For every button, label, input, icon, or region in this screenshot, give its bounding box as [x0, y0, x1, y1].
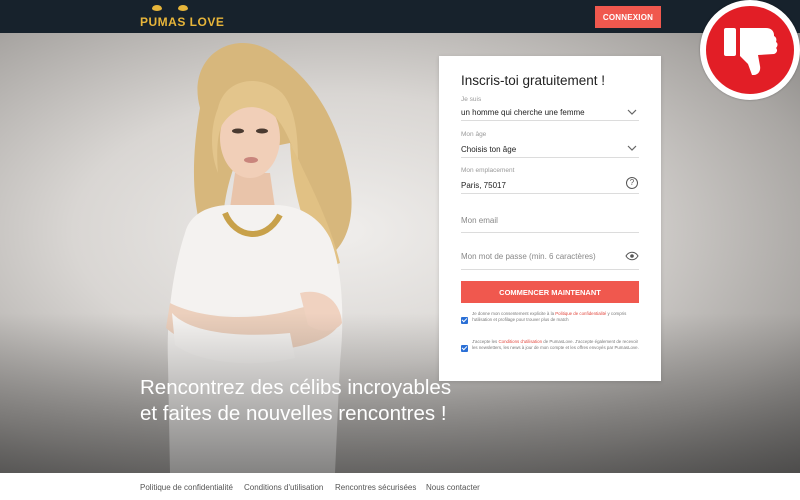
logo-text: PUMAS LOVE [140, 15, 225, 29]
start-now-button[interactable]: COMMENCER MAINTENANT [461, 281, 639, 303]
login-button[interactable]: CONNEXION [595, 6, 661, 28]
footer-link-privacy[interactable]: Politique de confidentialité [140, 483, 233, 492]
location-value: Paris, 75017 [461, 181, 506, 190]
top-bar: PUMAS LOVE CONNEXION [0, 0, 800, 33]
logo[interactable]: PUMAS LOVE [140, 4, 224, 30]
location-field[interactable]: Mon emplacement Paris, 75017 ? [461, 167, 639, 194]
age-value: Choisis ton âge [461, 145, 517, 154]
terms-link[interactable]: Conditions d'utilisation [498, 339, 542, 344]
hero-heading: Rencontrez des célibs incroyables et fai… [140, 376, 452, 425]
chevron-down-icon [627, 109, 637, 115]
age-select[interactable]: Mon âge Choisis ton âge [461, 131, 639, 158]
thumbs-down-icon [724, 28, 778, 75]
form-title: Inscris-toi gratuitement ! [461, 73, 606, 88]
privacy-checkbox[interactable] [461, 317, 468, 324]
email-field[interactable]: Mon email [461, 208, 639, 233]
chevron-down-icon [627, 145, 637, 151]
location-label: Mon emplacement [461, 167, 515, 174]
thumbs-down-badge [700, 0, 800, 100]
terms-consent-text: J'accepte les Conditions d'utilisation d… [472, 339, 639, 350]
privacy-policy-link[interactable]: Politique de confidentialité [555, 311, 606, 316]
terms-checkbox[interactable] [461, 345, 468, 352]
gender-label: Je suis [461, 96, 482, 103]
terms-consent: J'accepte les Conditions d'utilisation d… [461, 339, 641, 365]
footer-link-terms[interactable]: Conditions d'utilisation [244, 483, 323, 492]
hero-section: Rencontrez des célibs incroyables et fai… [0, 33, 800, 473]
footer: Politique de confidentialité Conditions … [0, 473, 800, 500]
password-placeholder: Mon mot de passe (min. 6 caractères) [461, 252, 596, 261]
footer-link-contact[interactable]: Nous contacter [426, 483, 480, 492]
privacy-consent: Je donne mon consentement explicite à la… [461, 311, 641, 333]
gender-value: un homme qui cherche une femme [461, 108, 585, 117]
password-field[interactable]: Mon mot de passe (min. 6 caractères) [461, 244, 639, 270]
age-label: Mon âge [461, 131, 487, 138]
gender-select[interactable]: Je suis un homme qui cherche une femme [461, 96, 639, 121]
privacy-consent-text: Je donne mon consentement explicite à la… [472, 311, 627, 322]
email-placeholder: Mon email [461, 216, 498, 225]
footer-link-safety[interactable]: Rencontres sécurisées [335, 483, 416, 492]
help-icon[interactable]: ? [626, 177, 638, 189]
signup-form: Inscris-toi gratuitement ! Je suis un ho… [439, 56, 661, 381]
eye-icon[interactable] [625, 251, 639, 261]
cat-eyes-icon [152, 5, 196, 13]
